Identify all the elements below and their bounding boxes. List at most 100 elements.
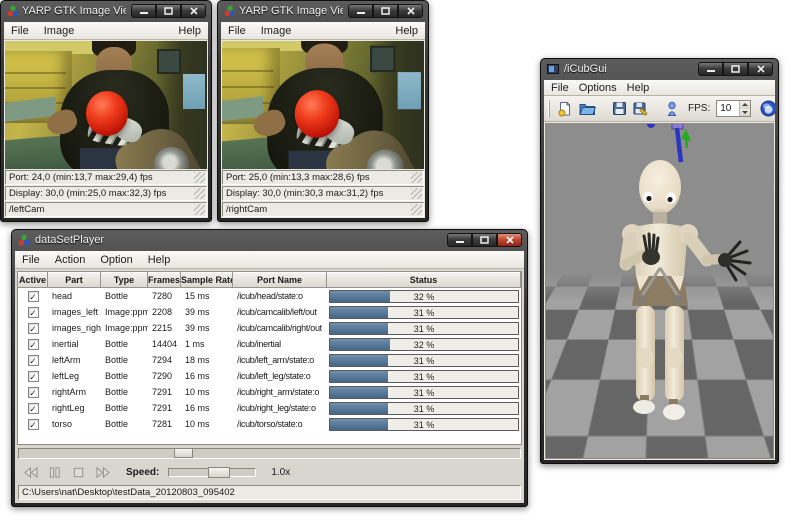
type-cell: Bottle bbox=[101, 339, 148, 349]
titlebar[interactable]: YARP GTK Image Viewer bbox=[1, 1, 211, 21]
status-progressbar: 31 % bbox=[329, 386, 519, 399]
menu-help[interactable]: Help bbox=[627, 82, 650, 94]
fps-increment-button[interactable] bbox=[740, 101, 750, 109]
column-header-frames[interactable]: Frames bbox=[147, 271, 181, 288]
menu-image[interactable]: Image bbox=[261, 25, 292, 37]
minimize-button[interactable] bbox=[447, 233, 472, 247]
rate-cell: 16 ms bbox=[181, 371, 233, 381]
minimize-button[interactable] bbox=[698, 62, 723, 76]
active-cell: ✓ bbox=[18, 371, 48, 382]
fps-decrement-button[interactable] bbox=[740, 109, 750, 117]
port-cell: /icub/right_arm/state:o bbox=[233, 387, 327, 397]
menu-image[interactable]: Image bbox=[44, 25, 75, 37]
camera-image-rightcam bbox=[222, 41, 424, 169]
status-cell: 31 % bbox=[327, 418, 521, 431]
toolbar-grip[interactable] bbox=[548, 100, 550, 118]
window-title: YARP GTK Image Viewer bbox=[239, 5, 343, 17]
port-cell: /icub/torso/state:o bbox=[233, 419, 327, 429]
close-button[interactable] bbox=[398, 4, 423, 18]
table-row: ✓leftLegBottle729016 ms/icub/left_leg/st… bbox=[18, 368, 521, 384]
seek-slider[interactable] bbox=[18, 448, 521, 459]
active-cell: ✓ bbox=[18, 291, 48, 302]
frames-cell: 7294 bbox=[148, 355, 181, 365]
new-file-button[interactable] bbox=[556, 98, 574, 119]
active-checkbox[interactable]: ✓ bbox=[28, 323, 39, 334]
menu-action[interactable]: Action bbox=[55, 254, 86, 266]
fast-forward-button[interactable] bbox=[95, 465, 110, 479]
menu-file[interactable]: File bbox=[228, 25, 246, 37]
status-cell: 32 % bbox=[327, 338, 521, 351]
save-button[interactable] bbox=[611, 98, 628, 119]
minimize-button[interactable] bbox=[131, 4, 156, 18]
speed-slider-thumb[interactable] bbox=[208, 467, 230, 478]
active-checkbox[interactable]: ✓ bbox=[28, 371, 39, 382]
part-cell: inertial bbox=[48, 339, 101, 349]
world-button[interactable] bbox=[759, 98, 775, 119]
column-header-port-name[interactable]: Port Name bbox=[232, 271, 327, 288]
fps-value[interactable]: 10 bbox=[717, 101, 739, 116]
active-checkbox[interactable]: ✓ bbox=[28, 403, 39, 414]
rewind-button[interactable] bbox=[23, 465, 38, 479]
active-checkbox[interactable]: ✓ bbox=[28, 307, 39, 318]
titlebar[interactable]: /iCubGui bbox=[541, 59, 778, 79]
display-fps-text: Display: 30,0 (min:25,0 max:32,3) fps bbox=[9, 188, 166, 199]
part-cell: rightLeg bbox=[48, 403, 101, 413]
active-checkbox[interactable]: ✓ bbox=[28, 291, 39, 302]
seek-slider-thumb[interactable] bbox=[174, 448, 193, 458]
speed-slider[interactable] bbox=[168, 468, 256, 477]
active-cell: ✓ bbox=[18, 323, 48, 334]
speed-label: Speed: bbox=[126, 467, 159, 478]
menu-option[interactable]: Option bbox=[100, 254, 132, 266]
port-name-text: /leftCam bbox=[9, 204, 44, 215]
menu-help[interactable]: Help bbox=[178, 25, 201, 37]
blue-marker-dot bbox=[647, 123, 655, 128]
active-checkbox[interactable]: ✓ bbox=[28, 419, 39, 430]
table-row: ✓images_rightImage:ppm221539 ms/icub/cam… bbox=[18, 320, 521, 336]
3d-viewport[interactable] bbox=[545, 123, 774, 459]
table-row: ✓torsoBottle728110 ms/icub/torso/state:o… bbox=[18, 416, 521, 432]
stop-button[interactable] bbox=[71, 465, 86, 479]
menu-help[interactable]: Help bbox=[148, 254, 171, 266]
active-checkbox[interactable]: ✓ bbox=[28, 387, 39, 398]
pause-button[interactable] bbox=[47, 465, 62, 479]
maximize-button[interactable] bbox=[472, 233, 497, 247]
type-cell: Bottle bbox=[101, 355, 148, 365]
minimize-button[interactable] bbox=[348, 4, 373, 18]
open-file-button[interactable] bbox=[578, 98, 597, 119]
menu-file[interactable]: File bbox=[11, 25, 29, 37]
status-progressbar: 31 % bbox=[329, 418, 519, 431]
active-checkbox[interactable]: ✓ bbox=[28, 355, 39, 366]
maximize-button[interactable] bbox=[373, 4, 398, 18]
status-progressbar: 31 % bbox=[329, 306, 519, 319]
column-header-active[interactable]: Active bbox=[17, 271, 48, 288]
menu-options[interactable]: Options bbox=[579, 82, 617, 94]
menu-file[interactable]: File bbox=[22, 254, 40, 266]
titlebar[interactable]: YARP GTK Image Viewer bbox=[218, 1, 428, 21]
fps-spinbox[interactable]: 10 bbox=[716, 100, 751, 117]
port-name-text: /rightCam bbox=[226, 204, 267, 215]
open-folder-icon bbox=[579, 101, 596, 116]
column-header-type[interactable]: Type bbox=[100, 271, 148, 288]
status-progressbar: 31 % bbox=[329, 370, 519, 383]
type-cell: Bottle bbox=[101, 403, 148, 413]
active-checkbox[interactable]: ✓ bbox=[28, 339, 39, 350]
close-button[interactable] bbox=[748, 62, 773, 76]
column-header-sample-rate[interactable]: Sample Rate bbox=[180, 271, 233, 288]
camera-image-leftcam bbox=[5, 41, 207, 169]
part-cell: leftArm bbox=[48, 355, 101, 365]
titlebar[interactable]: dataSetPlayer bbox=[12, 230, 527, 250]
blue-pole bbox=[677, 128, 681, 162]
column-header-part[interactable]: Part bbox=[47, 271, 101, 288]
port-name-status: /rightCam bbox=[222, 202, 424, 217]
robot-figure-button[interactable] bbox=[664, 98, 680, 119]
close-button[interactable] bbox=[497, 233, 522, 247]
maximize-button[interactable] bbox=[723, 62, 748, 76]
save-as-button[interactable] bbox=[632, 98, 650, 119]
column-header-status[interactable]: Status bbox=[326, 271, 521, 288]
menu-help[interactable]: Help bbox=[395, 25, 418, 37]
maximize-button[interactable] bbox=[156, 4, 181, 18]
menu-file[interactable]: File bbox=[551, 82, 569, 94]
save-as-icon bbox=[633, 101, 649, 116]
close-button[interactable] bbox=[181, 4, 206, 18]
menubar: File Image Help bbox=[4, 22, 208, 40]
